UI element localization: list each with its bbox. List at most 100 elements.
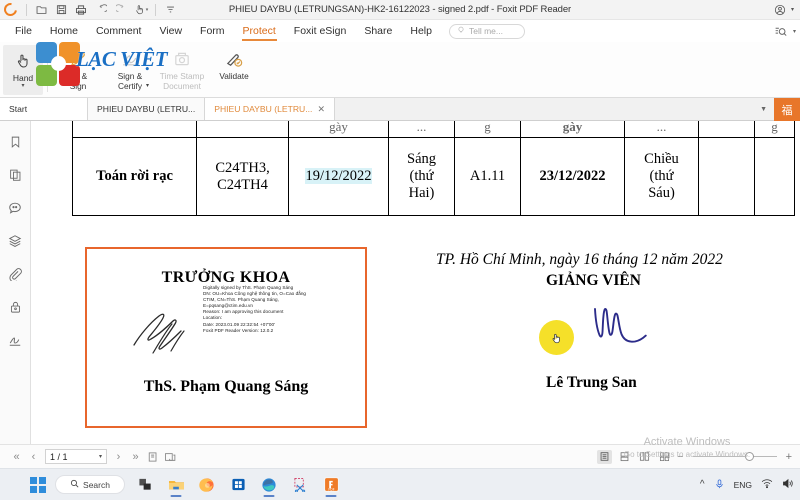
save-icon[interactable] [52, 2, 70, 18]
fit-width-icon[interactable] [161, 448, 178, 465]
menu-share[interactable]: Share [355, 22, 401, 40]
cell-classes: C24TH3, C24TH4 [196, 137, 289, 216]
document-view[interactable]: gày ... g gày ... g Toán rời rạc C24TH3,… [31, 121, 800, 444]
search-document-icon[interactable] [772, 23, 790, 39]
clipped-cell-3: ... [388, 121, 455, 138]
file-explorer-icon[interactable] [165, 473, 187, 497]
single-page-view-icon[interactable] [597, 449, 613, 464]
language-indicator[interactable]: ENG [734, 480, 752, 490]
ribbon-toolbar: Hand ▾ Fill & Sign Sign & Certify ▾ Time… [0, 42, 800, 98]
tab-document-2[interactable]: PHIEU DAYBU (LETRU... ✕ [205, 98, 335, 120]
facing-view-icon[interactable] [637, 450, 652, 464]
touch-mode-icon[interactable]: ▾ [132, 2, 150, 18]
digital-signature-metadata: Digitally signed by ThS. Phạm Quang Sáng… [203, 285, 307, 333]
menu-foxit-esign[interactable]: Foxit eSign [285, 22, 356, 40]
firefox-icon[interactable] [196, 473, 218, 497]
snipping-tool-icon[interactable] [289, 473, 311, 497]
fill-and-sign-button[interactable]: Fill & Sign [52, 45, 104, 91]
windows-start-icon[interactable] [30, 476, 46, 493]
sign-certify-icon [121, 48, 140, 70]
cell-date-2: 23/12/2022 [520, 137, 625, 216]
open-icon[interactable] [32, 2, 50, 18]
customize-qat-icon[interactable] [161, 2, 179, 18]
first-page-icon[interactable]: « [8, 448, 25, 465]
status-bar: « ‹ 1 / 1 ▾ › » − + [0, 444, 800, 468]
highlighted-date-text: 19/12/2022 [305, 168, 372, 184]
page-number-input[interactable]: 1 / 1 ▾ [45, 449, 107, 464]
zoom-in-button[interactable]: + [786, 451, 792, 463]
account-caret-icon[interactable]: ▾ [791, 6, 794, 13]
tell-me-bulb-icon [457, 26, 465, 36]
microsoft-store-icon[interactable] [227, 473, 249, 497]
search-caret-icon[interactable]: ▾ [793, 28, 796, 35]
document-tab-bar: Start PHIEU DAYBU (LETRU... PHIEU DAYBU … [0, 98, 800, 121]
next-page-icon[interactable]: › [110, 448, 127, 465]
security-lock-icon[interactable] [6, 298, 24, 316]
previous-page-icon[interactable]: ‹ [25, 448, 42, 465]
validate-button[interactable]: Validate [208, 45, 260, 81]
page-number-value: 1 / 1 [50, 451, 68, 462]
comments-icon[interactable] [6, 199, 24, 217]
volume-icon[interactable] [782, 478, 794, 491]
facing-continuous-view-icon[interactable] [657, 450, 672, 464]
layers-icon[interactable] [6, 232, 24, 250]
clipped-cell-5: gày [520, 121, 625, 138]
last-page-icon[interactable]: » [127, 448, 144, 465]
tab-bar-right-controls: ▼ 福 [753, 98, 800, 121]
zoom-slider-knob[interactable] [744, 452, 754, 461]
bookmark-icon[interactable] [6, 133, 24, 151]
edge-icon[interactable] [258, 473, 280, 497]
menu-file[interactable]: File [6, 22, 41, 40]
wifi-icon[interactable] [761, 478, 773, 491]
tab-document-2-label: PHIEU DAYBU (LETRU... [214, 104, 313, 114]
app-logo-icon [1, 0, 20, 19]
undo-icon[interactable] [92, 2, 110, 18]
continuous-view-icon[interactable] [617, 450, 632, 464]
hand-cursor-icon [552, 333, 560, 343]
tell-me-search[interactable]: Tell me... [448, 23, 525, 39]
system-tray: ^ ENG [700, 478, 794, 492]
windows-taskbar: Search PDF ^ ENG [0, 468, 800, 500]
digital-signatures-icon[interactable] [6, 331, 24, 349]
microphone-icon[interactable] [714, 478, 725, 492]
task-view-icon[interactable] [134, 473, 156, 497]
menu-protect[interactable]: Protect [234, 22, 285, 41]
extension-button[interactable]: 福 [774, 98, 800, 121]
menu-comment[interactable]: Comment [87, 22, 151, 40]
tab-close-icon[interactable]: ✕ [317, 104, 325, 115]
taskbar-apps: Search PDF [30, 473, 342, 497]
redo-icon[interactable] [112, 2, 130, 18]
menu-view[interactable]: View [150, 22, 191, 40]
menu-help[interactable]: Help [401, 22, 441, 40]
tab-document-1[interactable]: PHIEU DAYBU (LETRU... [88, 98, 206, 120]
clipped-cell-7 [698, 121, 755, 138]
ribbon-group-tools: Hand ▾ Fill & Sign Sign & Certify ▾ Time… [0, 45, 260, 97]
cell-extra-2 [754, 137, 795, 216]
hand-tool-button[interactable]: Hand ▾ [3, 45, 43, 95]
page-number-caret-icon[interactable]: ▾ [99, 453, 102, 460]
clipped-cell-2: gày [288, 121, 389, 138]
sign-and-certify-button[interactable]: Sign & Certify ▾ [104, 45, 156, 91]
foxit-pdf-reader-icon[interactable]: PDF [320, 473, 342, 497]
cell-session-1: Sáng (thứ Hai) [388, 137, 455, 216]
hand-tool-caret-icon[interactable]: ▾ [21, 83, 24, 89]
account-icon[interactable] [771, 2, 789, 18]
tab-start[interactable]: Start [0, 98, 88, 120]
attachments-icon[interactable] [6, 265, 24, 283]
zoom-slider[interactable] [692, 452, 777, 461]
sign-certify-caret-icon[interactable]: ▾ [146, 82, 149, 89]
tab-overflow-chevron-down-icon[interactable]: ▼ [753, 106, 774, 113]
menu-home[interactable]: Home [41, 22, 87, 40]
cell-date-1: 19/12/2022 [288, 137, 389, 216]
menu-form[interactable]: Form [191, 22, 234, 40]
page-thumbnails-icon[interactable] [6, 166, 24, 184]
validate-icon [225, 48, 243, 70]
time-stamp-document-button[interactable]: Time Stamp Document [156, 45, 208, 91]
qat-divider-2 [155, 3, 156, 16]
tray-overflow-chevron-up-icon[interactable]: ^ [700, 479, 705, 490]
taskbar-search-button[interactable]: Search [55, 475, 125, 494]
zoom-out-button[interactable]: − [677, 451, 683, 463]
fit-page-icon[interactable] [144, 448, 161, 465]
dean-signature-box[interactable]: TRƯỞNG KHOA Digitally signed by ThS. Phạ… [85, 247, 367, 428]
print-icon[interactable] [72, 2, 90, 18]
